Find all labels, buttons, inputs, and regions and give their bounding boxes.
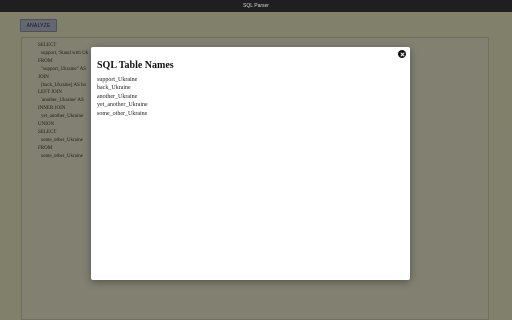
table-names-dialog: SQL Table Names support_Ukraine back_Ukra… [91, 47, 410, 280]
table-name-item: back_Ukraine [97, 85, 131, 92]
table-name-item: yet_another_Ukraine [97, 102, 148, 109]
window-titlebar: SQL Parser [0, 0, 512, 12]
window-title: SQL Parser [243, 3, 269, 9]
table-name-item: support_Ukraine [97, 77, 138, 83]
dialog-title: SQL Table Names [97, 60, 174, 71]
table-name-item: some_other_Ukraine [97, 110, 148, 117]
close-icon[interactable] [398, 50, 406, 58]
table-names-list: support_Ukraine back_Ukraine another_Ukrai… [97, 76, 148, 118]
table-name-item: another_Ukraine [97, 93, 138, 100]
